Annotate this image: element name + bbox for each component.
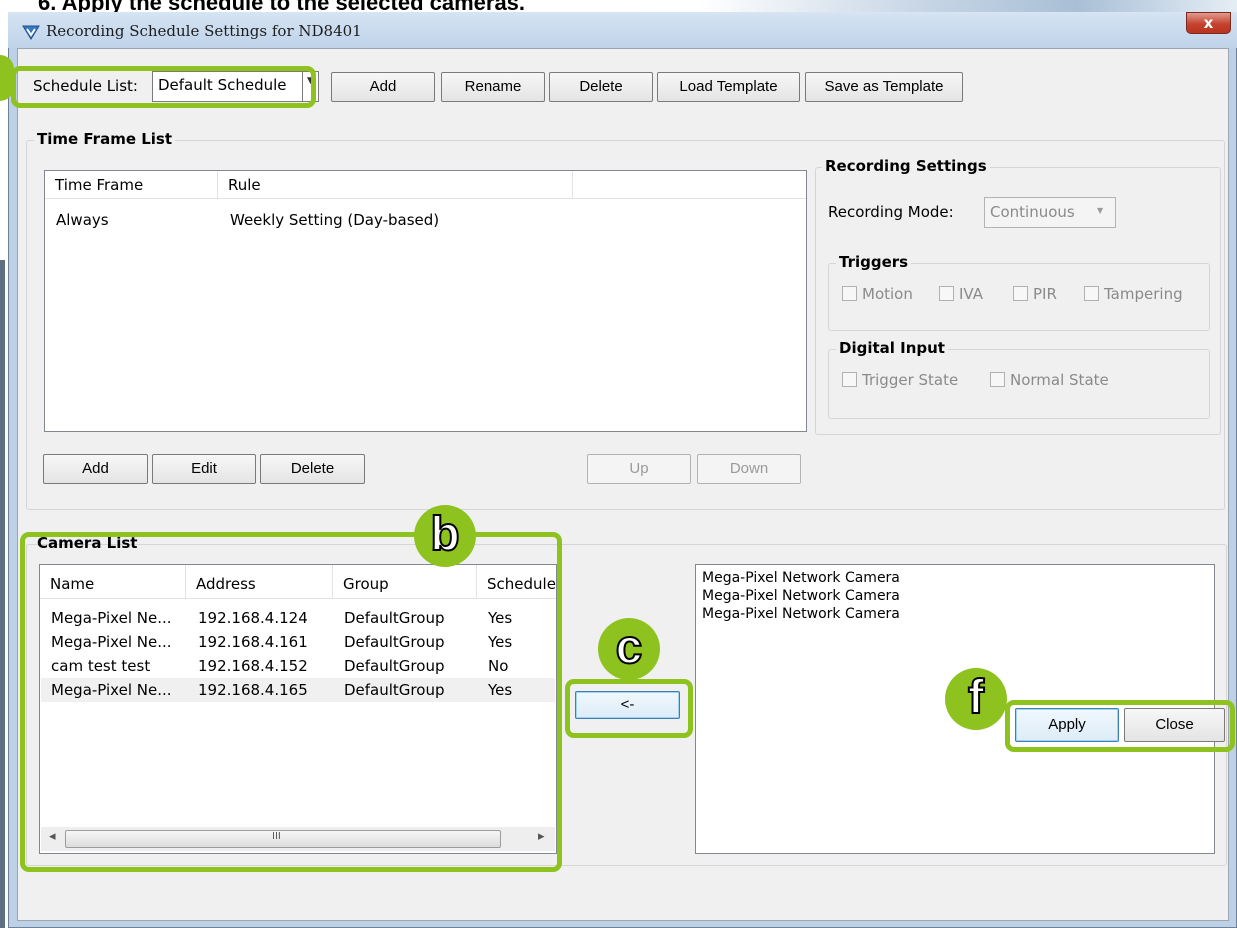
- list-item[interactable]: Mega-Pixel Network Camera: [702, 569, 900, 587]
- column-header-empty[interactable]: [573, 171, 806, 199]
- motion-label: Motion: [862, 285, 913, 303]
- app-icon: [22, 25, 40, 40]
- delete-schedule-button[interactable]: Delete: [549, 72, 653, 102]
- column-header-rule[interactable]: Rule: [218, 171, 573, 199]
- window-title: Recording Schedule Settings for ND8401: [46, 22, 362, 40]
- recording-mode-label: Recording Mode:: [828, 203, 954, 221]
- callout-move-button-highlight: [565, 679, 693, 738]
- normal-state-checkbox[interactable]: [990, 372, 1005, 387]
- close-window-button[interactable]: x: [1186, 12, 1231, 34]
- callout-apply-close-highlight: [1005, 700, 1235, 752]
- recording-settings-title: Recording Settings: [822, 157, 990, 175]
- iva-label: IVA: [959, 285, 983, 303]
- save-as-template-button[interactable]: Save as Template: [805, 72, 963, 102]
- list-item[interactable]: Mega-Pixel Network Camera: [702, 605, 900, 623]
- digital-input-title: Digital Input: [836, 339, 948, 357]
- trigger-state-checkbox[interactable]: [842, 372, 857, 387]
- time-frame-list-title: Time Frame List: [34, 130, 176, 148]
- add-time-frame-button[interactable]: Add: [43, 454, 148, 484]
- recording-mode-dropdown: Continuous ▼: [984, 197, 1116, 228]
- move-down-button[interactable]: Down: [697, 454, 801, 484]
- list-item[interactable]: Mega-Pixel Network Camera: [702, 587, 900, 605]
- column-header-time-frame[interactable]: Time Frame: [45, 171, 218, 199]
- normal-state-label: Normal State: [1010, 371, 1109, 389]
- edit-time-frame-button[interactable]: Edit: [152, 454, 256, 484]
- motion-checkbox[interactable]: [842, 286, 857, 301]
- close-icon: x: [1203, 14, 1214, 32]
- delete-time-frame-button[interactable]: Delete: [260, 454, 365, 484]
- tampering-checkbox[interactable]: [1084, 286, 1099, 301]
- table-row[interactable]: Always Weekly Setting (Day-based): [46, 208, 805, 232]
- pir-checkbox[interactable]: [1013, 286, 1028, 301]
- callout-f-badge: f: [945, 668, 1007, 730]
- add-schedule-button[interactable]: Add: [331, 72, 435, 102]
- tampering-label: Tampering: [1104, 285, 1183, 303]
- callout-camera-list-highlight: [20, 532, 562, 872]
- callout-c-badge: c: [598, 618, 660, 680]
- rename-schedule-button[interactable]: Rename: [441, 72, 545, 102]
- chevron-down-icon: ▼: [1097, 206, 1104, 215]
- iva-checkbox[interactable]: [939, 286, 954, 301]
- recording-mode-value: Continuous: [990, 203, 1075, 221]
- callout-b-badge: b: [414, 505, 476, 567]
- time-frame-table[interactable]: Time Frame Rule Always Weekly Setting (D…: [44, 170, 807, 432]
- rule-cell: Weekly Setting (Day-based): [230, 211, 440, 229]
- trigger-state-label: Trigger State: [862, 371, 959, 389]
- pir-label: PIR: [1033, 285, 1057, 303]
- triggers-title: Triggers: [836, 253, 912, 271]
- time-frame-cell: Always: [56, 211, 109, 229]
- window-left-edge: [0, 260, 5, 928]
- move-up-button[interactable]: Up: [587, 454, 691, 484]
- time-frame-table-header: Time Frame Rule: [45, 171, 806, 199]
- load-template-button[interactable]: Load Template: [657, 72, 800, 102]
- callout-schedule-list-highlight: [11, 66, 316, 108]
